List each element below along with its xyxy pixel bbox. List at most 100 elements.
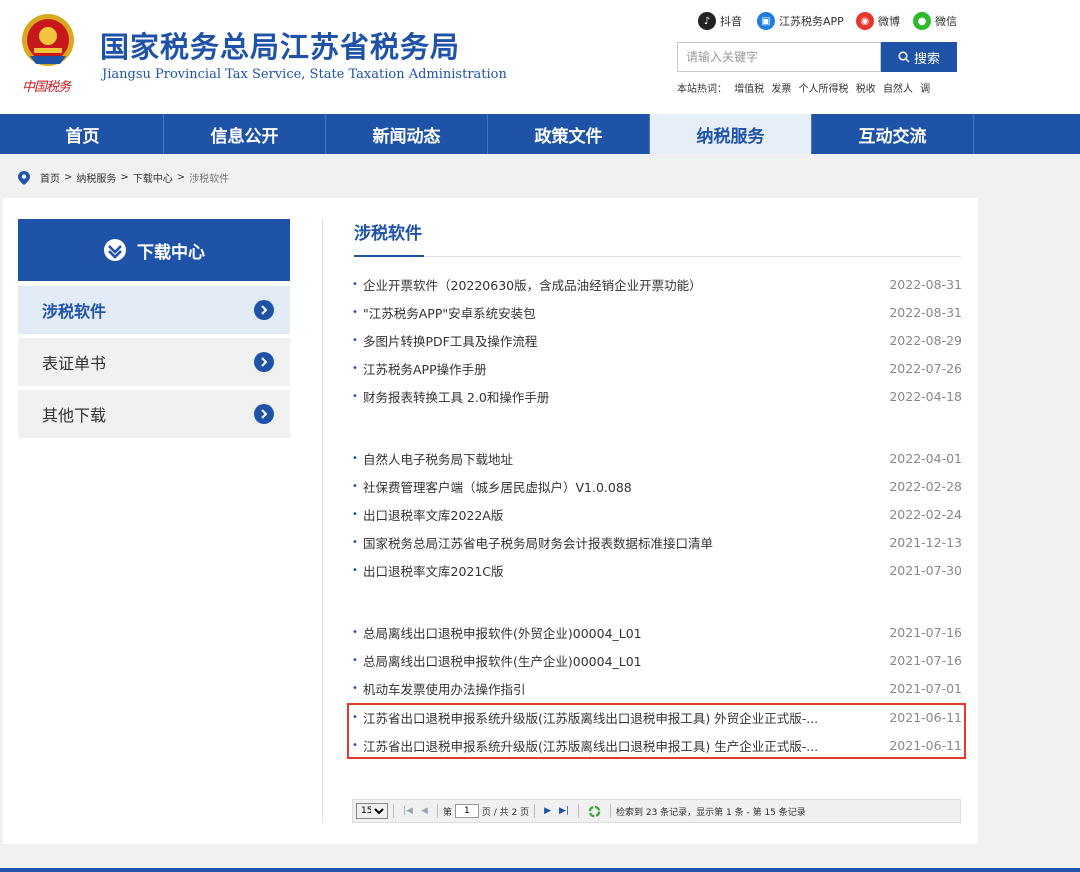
list-item-date: 2021-07-30 <box>889 562 962 578</box>
nav-item-info[interactable]: 信息公开 <box>164 114 326 154</box>
list-item-date: 2022-08-31 <box>889 304 962 320</box>
sidebar-item-label: 其他下载 <box>42 406 107 425</box>
pager-separator <box>393 804 394 818</box>
list-item-title[interactable]: 总局离线出口退税申报软件(生产企业)00004_L01 <box>363 651 882 670</box>
download-center-icon <box>104 239 126 261</box>
pager-separator <box>534 804 536 818</box>
list-item[interactable]: • 多图片转换PDF工具及操作流程 2022-08-29 <box>352 326 962 354</box>
tax-emblem-icon <box>22 14 74 66</box>
app-icon: ▣ <box>757 12 775 30</box>
social-wechat[interactable]: ● 微信 <box>913 12 957 30</box>
list-item[interactable]: • 社保费管理客户端（城乡居民虚拟户）V1.0.088 2022-02-28 <box>352 472 962 500</box>
breadcrumb-link-download[interactable]: 下载中心 <box>133 170 173 185</box>
list-item-date: 2022-08-29 <box>889 332 962 348</box>
hot-word-link[interactable]: 自然人 <box>883 84 913 95</box>
breadcrumb-link-tax-service[interactable]: 纳税服务 <box>76 170 116 185</box>
list-item[interactable]: • 总局离线出口退税申报软件(外贸企业)00004_L01 2021-07-16 <box>352 618 962 646</box>
list-item-title[interactable]: "江苏税务APP"安卓系统安装包 <box>363 303 882 322</box>
list-item[interactable]: • 出口退税率文库2022A版 2022-02-24 <box>352 500 962 528</box>
list-item[interactable]: • 自然人电子税务局下载地址 2022-04-01 <box>352 444 962 472</box>
page-number-input[interactable] <box>454 804 479 818</box>
list-item-title[interactable]: 财务报表转换工具 2.0和操作手册 <box>363 387 882 406</box>
bullet-icon: • <box>352 278 358 290</box>
bullet-icon: • <box>352 362 358 374</box>
list-item[interactable]: • 企业开票软件（20220630版，含成品油经销企业开票功能） 2022-08-3… <box>352 270 962 298</box>
list-item-title[interactable]: 企业开票软件（20220630版，含成品油经销企业开票功能） <box>363 275 882 294</box>
bullet-icon: • <box>352 536 358 548</box>
next-page-icon[interactable]: ▶ <box>544 806 551 816</box>
nav-item-policy[interactable]: 政策文件 <box>488 114 650 154</box>
hot-word-link[interactable]: 发票 <box>771 84 791 95</box>
social-douyin[interactable]: ♪ 抖音 <box>698 12 742 30</box>
bullet-icon: • <box>352 480 358 492</box>
refresh-icon[interactable] <box>588 805 601 818</box>
page-label-before: 第 <box>442 807 452 818</box>
sidebar-item-forms[interactable]: 表证单书 <box>18 338 290 386</box>
sidebar-item-other-downloads[interactable]: 其他下载 <box>18 390 290 438</box>
hot-word-link[interactable]: 个人所得税 <box>799 84 849 95</box>
list-item[interactable]: • 机动车发票使用办法操作指引 2021-07-01 <box>352 674 962 702</box>
list-item-title[interactable]: 多图片转换PDF工具及操作流程 <box>363 331 882 350</box>
social-label: 抖音 <box>720 15 742 28</box>
list-item-title[interactable]: 出口退税率文库2022A版 <box>363 505 882 524</box>
bullet-icon: • <box>352 682 358 694</box>
page-label-after: 页 / 共 2 页 <box>481 807 530 818</box>
sidebar-item-label: 表证单书 <box>42 354 107 373</box>
list-item[interactable]: • 总局离线出口退税申报软件(生产企业)00004_L01 2021-07-16 <box>352 646 962 674</box>
chevron-right-icon <box>254 352 274 372</box>
list-item[interactable]: • 财务报表转换工具 2.0和操作手册 2022-04-18 <box>352 382 962 410</box>
list-item-title[interactable]: 出口退税率文库2021C版 <box>363 561 882 580</box>
hot-words: 本站热词： 增值税 发票 个人所得税 税收 自然人 调 <box>677 80 934 95</box>
list-item-date: 2021-07-01 <box>889 680 962 696</box>
list-item-date: 2021-07-16 <box>889 652 962 668</box>
last-page-icon[interactable]: ▶| <box>559 806 569 816</box>
prev-page-icon[interactable]: ◀ <box>421 806 428 816</box>
first-page-icon[interactable]: |◀ <box>403 806 413 816</box>
list-item-date: 2022-08-31 <box>889 276 962 292</box>
list-item[interactable]: • 江苏税务APP操作手册 2022-07-26 <box>352 354 962 382</box>
list-item-title[interactable]: 国家税务总局江苏省电子税务局财务会计报表数据标准接口清单 <box>363 533 882 552</box>
location-pin-icon <box>18 170 30 185</box>
title-underline <box>354 256 961 257</box>
list-item[interactable]: • 国家税务总局江苏省电子税务局财务会计报表数据标准接口清单 2021-12-13 <box>352 528 962 556</box>
list-item-title[interactable]: 社保费管理客户端（城乡居民虚拟户）V1.0.088 <box>363 477 882 496</box>
search-button[interactable]: 搜索 <box>881 42 957 72</box>
list-item-title[interactable]: 江苏税务APP操作手册 <box>363 359 882 378</box>
nav-item-news[interactable]: 新闻动态 <box>326 114 488 154</box>
column-divider <box>322 219 323 823</box>
list-item-title[interactable]: 自然人电子税务局下载地址 <box>363 449 882 468</box>
site-title[interactable]: 国家税务总局江苏省税务局 <box>100 24 460 66</box>
list-item-date: 2022-07-26 <box>889 360 962 376</box>
footer-bar <box>0 868 1080 872</box>
list-item-title[interactable]: 总局离线出口退税申报软件(外贸企业)00004_L01 <box>363 623 882 642</box>
social-label: 江苏税务APP <box>779 15 844 28</box>
breadcrumb: 首页 > 纳税服务 > 下载中心 > 涉税软件 <box>18 170 229 185</box>
bullet-icon: • <box>352 334 358 346</box>
breadcrumb-link-home[interactable]: 首页 <box>40 170 60 185</box>
highlight-annotation-box <box>347 703 966 759</box>
nav-item-home[interactable]: 首页 <box>2 114 164 154</box>
hot-word-link[interactable]: 调 <box>920 84 930 95</box>
main-nav: 首页 信息公开 新闻动态 政策文件 纳税服务 互动交流 <box>0 114 1080 154</box>
brand-seal-text: 中国税务 <box>22 80 71 95</box>
bullet-icon: • <box>352 306 358 318</box>
list-item-date: 2021-12-13 <box>889 534 962 550</box>
social-app[interactable]: ▣ 江苏税务APP <box>757 12 844 30</box>
hot-word-link[interactable]: 税收 <box>856 84 876 95</box>
bullet-icon: • <box>352 390 358 402</box>
list-item[interactable]: • 出口退税率文库2021C版 2021-07-30 <box>352 556 962 584</box>
list-item[interactable]: • "江苏税务APP"安卓系统安装包 2022-08-31 <box>352 298 962 326</box>
page-size-select[interactable]: 15 <box>356 803 388 819</box>
social-weibo[interactable]: ◉ 微博 <box>856 12 900 30</box>
nav-item-interaction[interactable]: 互动交流 <box>812 114 974 154</box>
social-label: 微博 <box>878 15 900 28</box>
sidebar-item-tax-software[interactable]: 涉税软件 <box>18 286 290 334</box>
douyin-icon: ♪ <box>698 12 716 30</box>
nav-item-tax-service[interactable]: 纳税服务 <box>650 114 812 154</box>
list-item-title[interactable]: 机动车发票使用办法操作指引 <box>363 679 882 698</box>
hot-word-link[interactable]: 增值税 <box>734 84 764 95</box>
site-subtitle: Jiangsu Provincial Tax Service, State Ta… <box>102 67 507 82</box>
search-input[interactable] <box>677 42 881 72</box>
list-item-date: 2021-07-16 <box>889 624 962 640</box>
sidebar-header: 下载中心 <box>18 219 290 281</box>
